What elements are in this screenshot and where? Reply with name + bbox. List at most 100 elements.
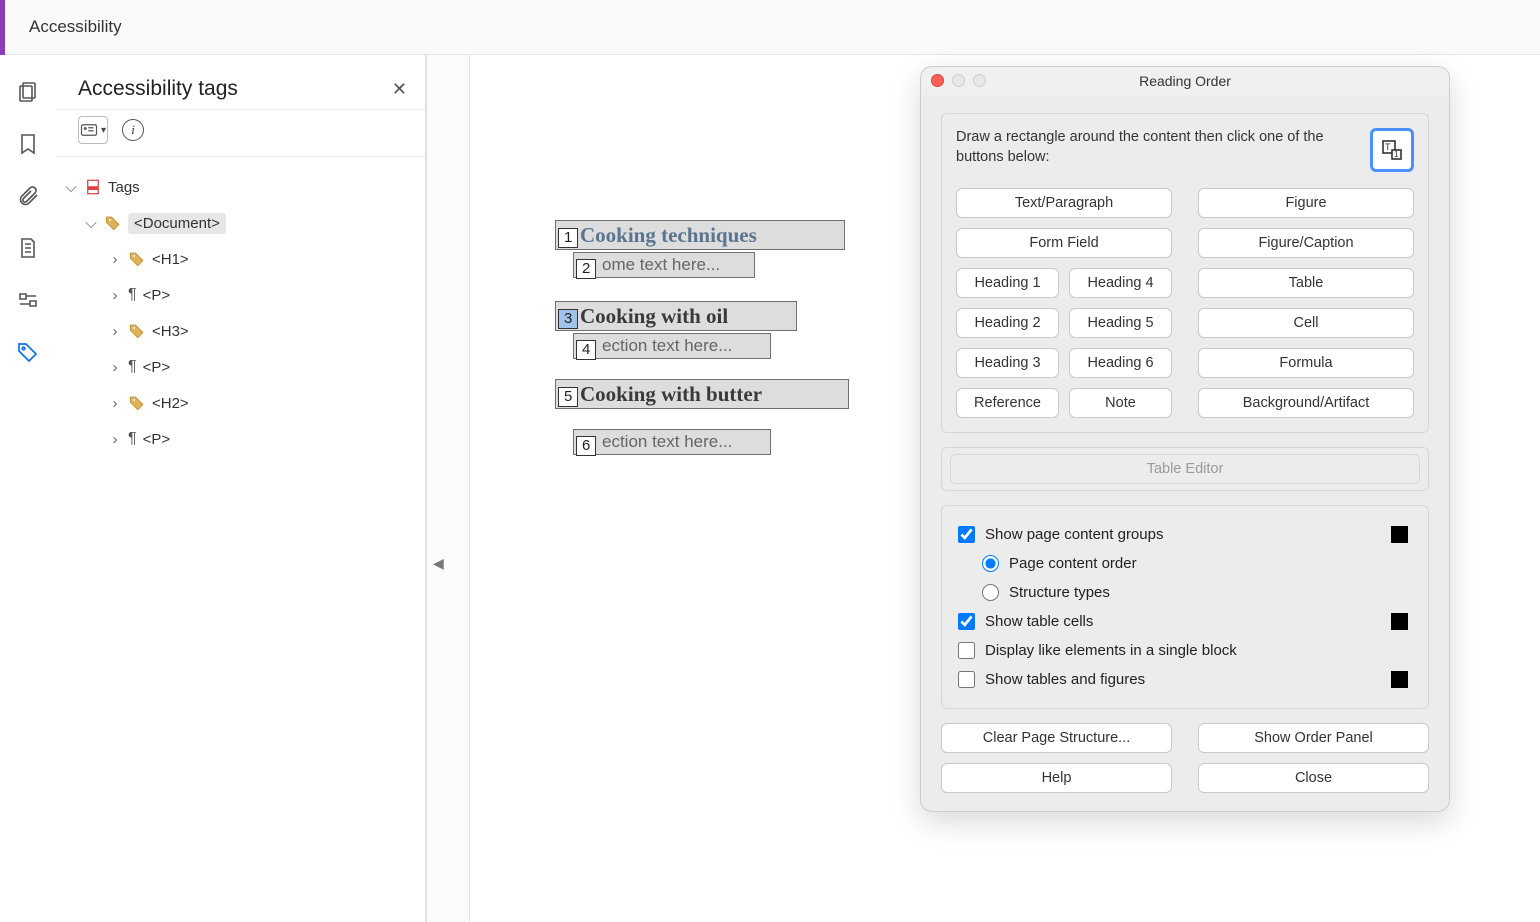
document-icon[interactable] bbox=[16, 236, 40, 260]
color-swatch[interactable] bbox=[1391, 671, 1408, 688]
close-window-button[interactable] bbox=[931, 74, 944, 87]
content-fragment[interactable]: 3Cooking with oil bbox=[555, 301, 797, 331]
radio-structure-types[interactable] bbox=[982, 584, 999, 601]
fragment-text: ection text here... bbox=[574, 336, 732, 356]
chevron-right-icon: › bbox=[108, 287, 122, 304]
opt-label: Structure types bbox=[1009, 584, 1110, 601]
top-bar: Accessibility bbox=[5, 0, 1540, 55]
color-swatch[interactable] bbox=[1391, 613, 1408, 630]
left-nav-rail bbox=[0, 55, 56, 922]
paragraph-icon: ¶ bbox=[128, 430, 137, 448]
opt-label: Display like elements in a single block bbox=[985, 642, 1237, 659]
tree-item-document[interactable]: ⌵ <Document> bbox=[64, 205, 417, 241]
content-fragment[interactable]: 2ome text here... bbox=[573, 252, 755, 278]
btn-clear-structure[interactable]: Clear Page Structure... bbox=[941, 723, 1172, 753]
btn-help[interactable]: Help bbox=[941, 763, 1172, 793]
content-fragment[interactable]: 5Cooking with butter bbox=[555, 379, 849, 409]
chevron-right-icon: › bbox=[108, 395, 122, 412]
pages-icon[interactable] bbox=[16, 80, 40, 104]
tree-item-label: <Document> bbox=[128, 213, 226, 234]
btn-form-field[interactable]: Form Field bbox=[956, 228, 1172, 258]
btn-heading-6[interactable]: Heading 6 bbox=[1069, 348, 1172, 378]
btn-show-order-panel[interactable]: Show Order Panel bbox=[1198, 723, 1429, 753]
paragraph-icon: ¶ bbox=[128, 286, 137, 304]
radio-page-order[interactable] bbox=[982, 555, 999, 572]
tree-item[interactable]: ›<H3> bbox=[64, 313, 417, 349]
bookmark-icon[interactable] bbox=[16, 132, 40, 156]
opt-show-groups[interactable]: Show page content groups bbox=[958, 520, 1412, 549]
content-fragment[interactable]: 6ection text here... bbox=[573, 429, 771, 455]
opt-label: Show tables and figures bbox=[985, 671, 1145, 688]
fragment-number[interactable]: 4 bbox=[576, 340, 596, 361]
tree-item[interactable]: ›¶<P> bbox=[64, 421, 417, 457]
tags-panel-close-button[interactable]: ✕ bbox=[392, 79, 407, 100]
tree-root-tags[interactable]: ⌵ Tags bbox=[64, 169, 417, 205]
panel-resize-gutter[interactable]: ◀ bbox=[426, 55, 470, 922]
checkbox-show-tables-figures[interactable] bbox=[958, 671, 975, 688]
dialog-titlebar[interactable]: Reading Order bbox=[921, 67, 1449, 95]
btn-heading-4[interactable]: Heading 4 bbox=[1069, 268, 1172, 298]
btn-formula[interactable]: Formula bbox=[1198, 348, 1414, 378]
tags-info-button[interactable]: i bbox=[122, 119, 144, 141]
checkbox-show-cells[interactable] bbox=[958, 613, 975, 630]
top-bar-title: Accessibility bbox=[29, 17, 122, 37]
btn-background-artifact[interactable]: Background/Artifact bbox=[1198, 388, 1414, 418]
checkbox-like-elements[interactable] bbox=[958, 642, 975, 659]
zoom-window-button[interactable] bbox=[973, 74, 986, 87]
opt-page-order[interactable]: Page content order bbox=[958, 549, 1412, 578]
minimize-window-button[interactable] bbox=[952, 74, 965, 87]
opt-label: Show table cells bbox=[985, 613, 1093, 630]
btn-figure-caption[interactable]: Figure/Caption bbox=[1198, 228, 1414, 258]
fragment-number[interactable]: 5 bbox=[558, 387, 578, 408]
tag-icon bbox=[128, 394, 146, 412]
opt-label: Show page content groups bbox=[985, 526, 1163, 543]
tags-icon[interactable] bbox=[16, 340, 40, 364]
btn-heading-2[interactable]: Heading 2 bbox=[956, 308, 1059, 338]
opt-show-tables-figures[interactable]: Show tables and figures bbox=[958, 665, 1412, 694]
tags-options-button[interactable]: ▾ bbox=[78, 116, 108, 144]
fragment-text: Cooking with oil bbox=[556, 304, 728, 329]
opt-label: Page content order bbox=[1009, 555, 1137, 572]
fragment-number[interactable]: 1 bbox=[558, 228, 578, 249]
collapse-left-icon[interactable]: ◀ bbox=[433, 555, 444, 572]
color-swatch[interactable] bbox=[1391, 526, 1408, 543]
tree-item[interactable]: ›<H1> bbox=[64, 241, 417, 277]
btn-text-paragraph[interactable]: Text/Paragraph bbox=[956, 188, 1172, 218]
opt-like-elements[interactable]: Display like elements in a single block bbox=[958, 636, 1412, 665]
btn-heading-1[interactable]: Heading 1 bbox=[956, 268, 1059, 298]
order-icon[interactable] bbox=[16, 288, 40, 312]
tree-item-label: <P> bbox=[143, 287, 171, 304]
btn-table-editor: Table Editor bbox=[950, 454, 1420, 484]
tree-item[interactable]: ›¶<P> bbox=[64, 349, 417, 385]
reading-order-tool-button[interactable]: T1 bbox=[1370, 128, 1414, 172]
fragment-text: Cooking techniques bbox=[556, 223, 757, 248]
btn-note[interactable]: Note bbox=[1069, 388, 1172, 418]
btn-heading-3[interactable]: Heading 3 bbox=[956, 348, 1059, 378]
btn-cell[interactable]: Cell bbox=[1198, 308, 1414, 338]
dialog-options-group: Show page content groups Page content or… bbox=[941, 505, 1429, 709]
chevron-right-icon: › bbox=[108, 323, 122, 340]
btn-heading-5[interactable]: Heading 5 bbox=[1069, 308, 1172, 338]
content-fragment[interactable]: 4ection text here... bbox=[573, 333, 771, 359]
dialog-instructions: Draw a rectangle around the content then… bbox=[956, 128, 1356, 167]
attachment-icon[interactable] bbox=[16, 184, 40, 208]
chevron-down-icon: ⌵ bbox=[84, 215, 98, 232]
btn-reference[interactable]: Reference bbox=[956, 388, 1059, 418]
tag-icon bbox=[128, 250, 146, 268]
fragment-number[interactable]: 2 bbox=[576, 259, 596, 280]
fragment-number[interactable]: 3 bbox=[558, 309, 578, 330]
content-fragment[interactable]: 1Cooking techniques bbox=[555, 220, 845, 250]
btn-table[interactable]: Table bbox=[1198, 268, 1414, 298]
fragment-number[interactable]: 6 bbox=[576, 436, 596, 457]
btn-close[interactable]: Close bbox=[1198, 763, 1429, 793]
tree-item[interactable]: › ¶ <P> bbox=[64, 277, 417, 313]
opt-show-cells[interactable]: Show table cells bbox=[958, 607, 1412, 636]
accessibility-tags-panel: Accessibility tags ✕ ▾ i ⌵ Tags ⌵ <Docum… bbox=[56, 55, 426, 922]
tree-item[interactable]: ›<H2> bbox=[64, 385, 417, 421]
tags-panel-title: Accessibility tags bbox=[78, 77, 238, 101]
btn-figure[interactable]: Figure bbox=[1198, 188, 1414, 218]
tag-icon bbox=[104, 214, 122, 232]
checkbox-show-groups[interactable] bbox=[958, 526, 975, 543]
tree-item-label: <H1> bbox=[152, 251, 189, 268]
opt-structure-types[interactable]: Structure types bbox=[958, 578, 1412, 607]
